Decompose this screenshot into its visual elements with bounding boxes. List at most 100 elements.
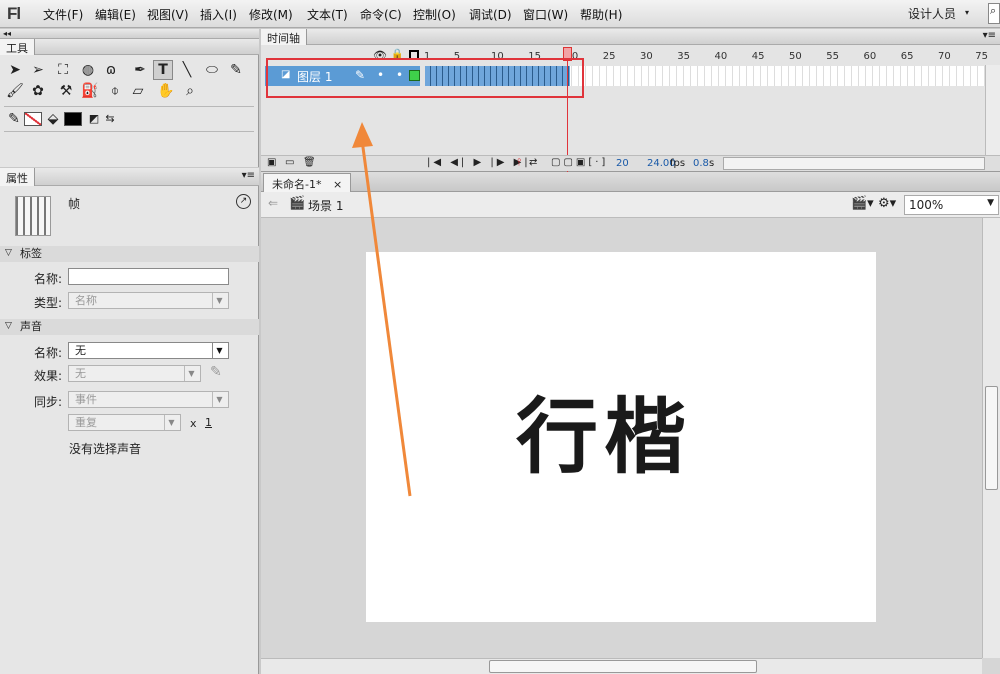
type-label: 类型: bbox=[33, 296, 62, 310]
close-icon[interactable]: × bbox=[333, 178, 342, 191]
horizontal-scrollbar[interactable] bbox=[723, 157, 985, 170]
menu-modify[interactable]: 修改(M) bbox=[249, 6, 293, 23]
workspace-switcher[interactable]: 设计人员 bbox=[908, 5, 956, 22]
center-frame-icon[interactable]: ⫯ bbox=[517, 157, 521, 168]
tab-tools[interactable]: 工具 bbox=[0, 39, 35, 55]
menu-text[interactable]: 文本(T) bbox=[307, 6, 348, 23]
stroke-color-icon[interactable]: ✎ bbox=[4, 109, 24, 129]
menu-control[interactable]: 控制(O) bbox=[413, 6, 456, 23]
timeline-scrollbar[interactable] bbox=[985, 65, 1000, 155]
frame-tick-label[interactable]: 25 bbox=[603, 51, 616, 62]
new-folder-icon[interactable]: ▭ bbox=[285, 157, 294, 168]
scroll-thumb[interactable] bbox=[489, 660, 757, 673]
chevron-down-icon[interactable]: ▾ bbox=[965, 8, 969, 17]
stage-vertical-scrollbar[interactable] bbox=[982, 218, 1000, 658]
expand-icon[interactable]: ▽ bbox=[5, 321, 12, 331]
oval-tool-icon[interactable]: ⬭ bbox=[202, 60, 222, 80]
divider bbox=[4, 106, 254, 107]
time-value[interactable]: 0.8 bbox=[693, 158, 709, 169]
collapse-icon[interactable]: ◂◂ bbox=[0, 29, 259, 39]
text-tool-icon[interactable]: T bbox=[153, 60, 173, 80]
menu-help[interactable]: 帮助(H) bbox=[580, 6, 622, 23]
frame-tick-label[interactable]: 75 bbox=[975, 51, 988, 62]
zoom-select[interactable]: 100% ▼ bbox=[904, 195, 999, 215]
sync-select[interactable]: 事件 ▼ bbox=[68, 391, 229, 408]
pen-tool-icon[interactable]: ✒ bbox=[130, 60, 150, 80]
instance-type-label: 帧 bbox=[68, 197, 81, 211]
frame-tick-label[interactable]: 40 bbox=[715, 51, 728, 62]
brush-tool-icon[interactable]: 🖌 bbox=[5, 81, 25, 101]
panel-menu-icon[interactable]: ▾≡ bbox=[983, 30, 996, 41]
frame-tick-label[interactable]: 45 bbox=[752, 51, 765, 62]
frame-tick-label[interactable]: 60 bbox=[864, 51, 877, 62]
pencil-tool-icon[interactable]: ✎ bbox=[226, 60, 246, 80]
frame-name-input[interactable] bbox=[68, 268, 229, 285]
properties-header: 属性 ▾≡ bbox=[0, 168, 259, 186]
chevron-down-icon: ▼ bbox=[212, 343, 226, 358]
repeat-select[interactable]: 重复 ▼ bbox=[68, 414, 181, 431]
eraser-icon[interactable]: ▱ bbox=[128, 81, 148, 101]
subselection-tool-icon[interactable]: ➢ bbox=[28, 60, 48, 80]
tab-properties[interactable]: 属性 bbox=[0, 168, 35, 186]
section-label[interactable]: 标签 bbox=[0, 246, 259, 262]
menu-insert[interactable]: 插入(I) bbox=[200, 6, 237, 23]
repeat-count[interactable]: 1 bbox=[205, 416, 212, 429]
section-sound[interactable]: 声音 bbox=[0, 319, 259, 335]
3d-rotation-tool-icon[interactable]: ◍ bbox=[78, 60, 98, 80]
frame-tick-label[interactable]: 50 bbox=[789, 51, 802, 62]
menu-window[interactable]: 窗口(W) bbox=[523, 6, 568, 23]
swap-colors-icon[interactable]: ⇆ bbox=[100, 109, 120, 129]
frame-tick-label[interactable]: 30 bbox=[640, 51, 653, 62]
frame-tick-label[interactable]: 70 bbox=[938, 51, 951, 62]
panel-menu-icon[interactable]: ▾≡ bbox=[242, 170, 255, 181]
stroke-color-swatch[interactable] bbox=[24, 112, 42, 126]
deco-tool-icon[interactable]: ✿ bbox=[28, 81, 48, 101]
stage-canvas[interactable]: 行楷 bbox=[366, 252, 876, 622]
delete-icon[interactable]: 🗑 bbox=[303, 157, 316, 168]
back-arrow-icon[interactable]: ⇐ bbox=[268, 196, 278, 210]
frame-tick-label[interactable]: 55 bbox=[826, 51, 839, 62]
free-transform-tool-icon[interactable]: ⛶ bbox=[53, 60, 73, 80]
effect-select[interactable]: 无 ▼ bbox=[68, 365, 201, 382]
fill-color-swatch[interactable] bbox=[64, 112, 82, 126]
line-tool-icon[interactable]: ╲ bbox=[177, 60, 197, 80]
edit-icon[interactable]: ↗ bbox=[236, 194, 251, 209]
search-icon[interactable]: ⌕ bbox=[988, 3, 1000, 24]
loop-icon[interactable]: ⇄ bbox=[529, 157, 537, 168]
menu-command[interactable]: 命令(C) bbox=[360, 6, 402, 23]
eyedropper-icon[interactable]: ⌽ bbox=[105, 81, 125, 101]
new-layer-icon[interactable]: ▣ bbox=[267, 157, 276, 168]
scene-name[interactable]: 场景 1 bbox=[308, 197, 343, 214]
hand-tool-icon[interactable]: ✋ bbox=[156, 81, 176, 101]
canvas-text[interactable]: 行楷 bbox=[516, 370, 692, 489]
zoom-tool-icon[interactable]: ⌕ bbox=[180, 81, 200, 101]
sound-name-select[interactable]: 无 ▼ bbox=[68, 342, 229, 359]
frame-tick-label[interactable]: 65 bbox=[901, 51, 914, 62]
app-logo: Fl bbox=[7, 4, 21, 23]
document-tab[interactable]: 未命名-1* × bbox=[263, 173, 352, 192]
edit-scene-icon[interactable]: 🎬▾ bbox=[851, 196, 874, 211]
frame-tick-label[interactable]: 35 bbox=[677, 51, 690, 62]
edit-symbol-icon[interactable]: ⚙▾ bbox=[878, 196, 896, 211]
menu-file[interactable]: 文件(F) bbox=[43, 6, 83, 23]
pencil-icon[interactable]: ✎ bbox=[210, 364, 222, 380]
divider bbox=[4, 131, 254, 132]
tab-timeline[interactable]: 时间轴 bbox=[261, 29, 307, 45]
effect-value: 无 bbox=[75, 367, 86, 380]
label-type-select[interactable]: 名称 ▼ bbox=[68, 292, 229, 309]
current-frame[interactable]: 20 bbox=[616, 158, 629, 169]
lasso-tool-icon[interactable]: ɷ bbox=[101, 60, 121, 80]
expand-icon[interactable]: ▽ bbox=[5, 248, 12, 258]
bone-tool-icon[interactable]: ⚒ bbox=[56, 81, 76, 101]
menu-debug[interactable]: 调试(D) bbox=[469, 6, 512, 23]
menu-view[interactable]: 视图(V) bbox=[147, 6, 189, 23]
menu-edit[interactable]: 编辑(E) bbox=[95, 6, 136, 23]
fill-color-icon[interactable]: ⬙ bbox=[43, 109, 63, 129]
playback-controls[interactable]: |◀ ◀| ▶ |▶ ▶| bbox=[427, 157, 531, 168]
scroll-thumb[interactable] bbox=[985, 386, 998, 490]
onion-skin-icons[interactable]: ▢▢▣[·] bbox=[551, 157, 608, 168]
selection-tool-icon[interactable]: ➤ bbox=[5, 60, 25, 80]
stage-horizontal-scrollbar[interactable] bbox=[261, 658, 982, 674]
highlight-box bbox=[266, 58, 584, 98]
paint-bucket-icon[interactable]: ⛽ bbox=[80, 81, 100, 101]
